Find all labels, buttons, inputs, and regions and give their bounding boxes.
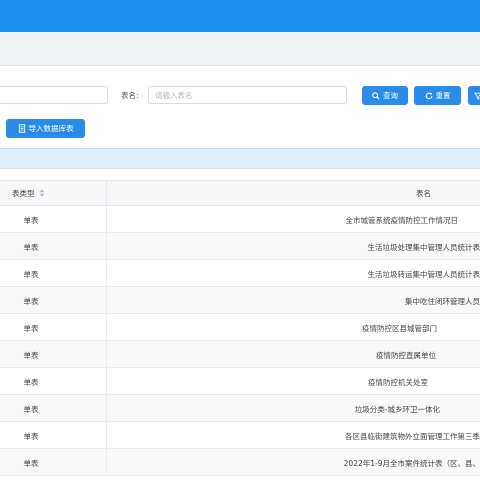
table-row[interactable]: 单表 集中吃住闭环管理人员 <box>0 287 480 314</box>
column-divider <box>106 206 107 232</box>
table-cell-type: 单表 <box>23 459 39 468</box>
filter-button[interactable] <box>468 86 480 105</box>
table-name-input[interactable] <box>148 86 347 104</box>
reset-button[interactable]: 重置 <box>414 86 461 105</box>
column-header-type-label: 表类型 <box>12 189 35 198</box>
column-divider <box>106 233 107 259</box>
table-row[interactable]: 单表 全市城管系统疫情防控工作情况日 <box>0 206 480 233</box>
table-cell-name: 2022年1-9月全市案件统计表（区、县、 <box>343 459 480 468</box>
filter-field[interactable] <box>0 86 108 104</box>
table-row[interactable]: 单表 疫情防控机关处室 <box>0 368 480 395</box>
table-cell-name: 生活垃圾转运集中管理人员统计表 <box>367 270 480 279</box>
column-divider <box>106 449 107 475</box>
table-cell-type: 单表 <box>23 324 39 333</box>
table-cell-name: 疫情防控机关处室 <box>368 378 428 387</box>
table-cell-type: 单表 <box>23 432 39 441</box>
column-divider <box>106 422 107 448</box>
column-divider <box>106 341 107 367</box>
table-row[interactable]: 单表 2022年1-9月全市案件统计表（区、县、 <box>0 449 480 476</box>
import-database-table-button[interactable]: 导入数据库表 <box>6 119 85 138</box>
table-cell-name: 全市城管系统疫情防控工作情况日 <box>345 216 459 225</box>
column-divider <box>106 395 107 421</box>
table-row[interactable]: 单表 各区县临街建筑物外立面管理工作第三季 <box>0 422 480 449</box>
table-cell-type: 单表 <box>23 351 39 360</box>
column-divider <box>106 260 107 286</box>
column-divider <box>106 368 107 394</box>
column-divider <box>106 314 107 340</box>
filter-icon <box>474 92 480 100</box>
top-app-bar <box>0 0 480 32</box>
table-cell-type: 单表 <box>23 243 39 252</box>
search-icon <box>372 91 380 100</box>
table-cell-type: 单表 <box>23 216 39 225</box>
table-cell-name: 生活垃圾处理集中管理人员统计表 <box>367 243 480 252</box>
table-cell-type: 单表 <box>23 297 39 306</box>
table-header: 表类型 表名 <box>0 180 480 206</box>
table-row[interactable]: 单表 生活垃圾转运集中管理人员统计表 <box>0 260 480 287</box>
tab-bar <box>0 32 480 66</box>
database-icon <box>18 124 26 133</box>
table-row[interactable]: 单表 疫情防控区县城管部门 <box>0 314 480 341</box>
query-button[interactable]: 查询 <box>362 86 408 105</box>
reset-button-label: 重置 <box>435 91 451 100</box>
table-cell-name: 疫情防控直属单位 <box>376 351 436 360</box>
table-row[interactable]: 单表 生活垃圾处理集中管理人员统计表 <box>0 233 480 260</box>
refresh-icon <box>425 91 433 100</box>
table-name-label: 表名: <box>121 91 139 100</box>
selection-info-bar <box>0 148 480 169</box>
table-cell-name: 垃圾分类-城乡环卫一体化 <box>354 405 440 414</box>
query-button-label: 查询 <box>383 91 398 100</box>
sort-icon[interactable] <box>39 189 45 199</box>
table-cell-type: 单表 <box>23 378 39 387</box>
column-divider <box>106 181 107 205</box>
table-cell-name: 各区县临街建筑物外立面管理工作第三季 <box>345 432 480 441</box>
column-header-type[interactable]: 表类型 <box>12 188 45 199</box>
column-divider <box>106 287 107 313</box>
column-header-name: 表名 <box>416 189 431 198</box>
table-row[interactable]: 单表 垃圾分类-城乡环卫一体化 <box>0 395 480 422</box>
table-cell-type: 单表 <box>23 405 39 414</box>
table-row[interactable]: 单表 疫情防控直属单位 <box>0 341 480 368</box>
table-cell-type: 单表 <box>23 270 39 279</box>
table-cell-name: 集中吃住闭环管理人员 <box>405 297 480 306</box>
table-cell-name: 疫情防控区县城管部门 <box>362 324 437 333</box>
import-button-label: 导入数据库表 <box>28 124 74 133</box>
